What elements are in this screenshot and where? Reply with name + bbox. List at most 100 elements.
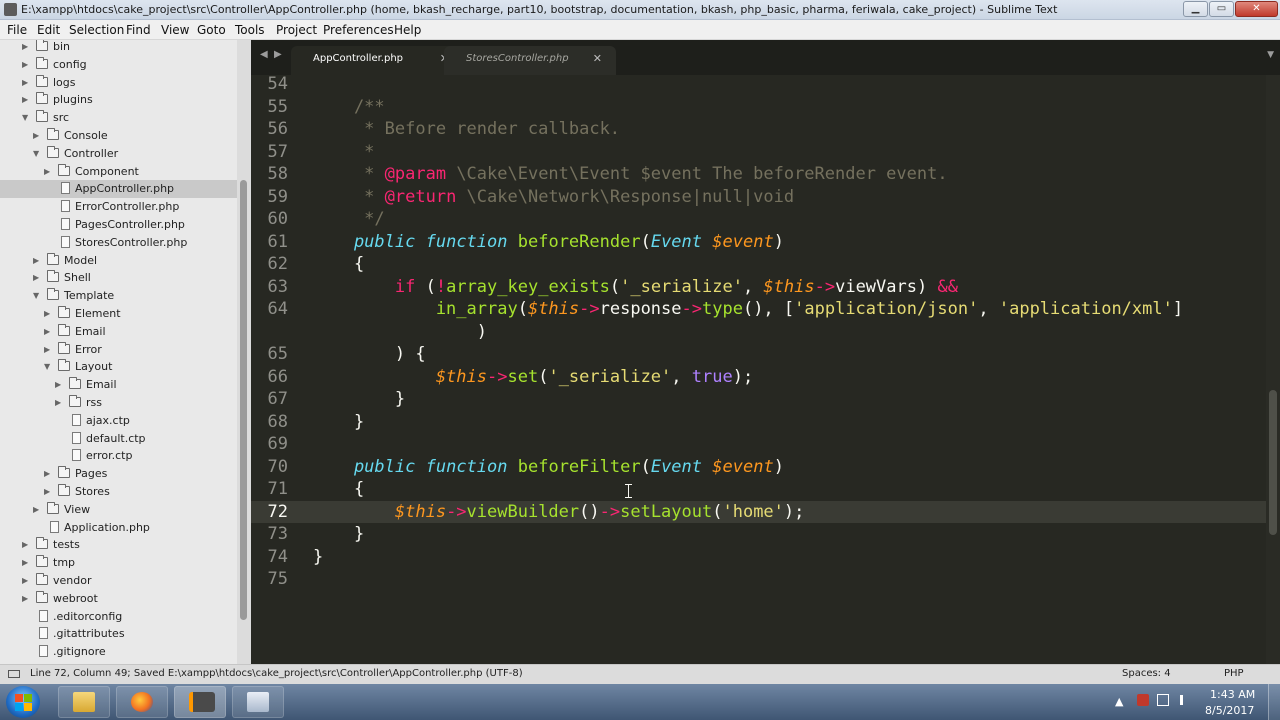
menu-help[interactable]: Help — [394, 23, 421, 37]
network-icon[interactable] — [1157, 694, 1169, 706]
sidebar-folder[interactable]: ▶ Console — [0, 127, 237, 145]
expanded-arrow-icon[interactable]: ▼ — [33, 290, 42, 301]
menu-find[interactable]: Find — [126, 23, 151, 37]
code-line[interactable]: 65 ) { — [251, 343, 1266, 365]
sidebar-folder[interactable]: ▶ logs — [0, 74, 237, 92]
code-line[interactable]: ) — [251, 321, 1266, 343]
code-line[interactable]: 67 } — [251, 388, 1266, 410]
collapsed-arrow-icon[interactable]: ▶ — [33, 504, 42, 515]
tab-appcontroller[interactable]: AppController.php ✕ — [291, 46, 463, 75]
taskbar-explorer[interactable] — [58, 686, 110, 718]
code-line[interactable]: 55 /** — [251, 96, 1266, 118]
code-line[interactable]: 58 * @param \Cake\Event\Event $event The… — [251, 163, 1266, 185]
sidebar-folder[interactable]: ▶ View — [0, 501, 237, 519]
sidebar-folder[interactable]: ▼ Controller — [0, 145, 237, 163]
collapsed-arrow-icon[interactable]: ▶ — [44, 166, 53, 177]
tab-close-icon[interactable]: ✕ — [593, 52, 602, 65]
clock-time[interactable]: 1:43 AM — [1210, 688, 1255, 701]
sidebar-folder[interactable]: ▶ Email — [0, 376, 237, 394]
tray-expand-icon[interactable]: ▲ — [1115, 695, 1123, 708]
sidebar-file[interactable]: PagesController.php — [0, 216, 237, 234]
code-line[interactable]: 63 if (!array_key_exists('_serialize', $… — [251, 276, 1266, 298]
syntax-selector[interactable]: PHP — [1224, 668, 1244, 679]
indentation-setting[interactable]: Spaces: 4 — [1122, 668, 1171, 679]
sidebar-folder[interactable]: ▶ Component — [0, 163, 237, 181]
sidebar-folder[interactable]: ▼ src — [0, 109, 237, 127]
code-line[interactable]: 60 */ — [251, 208, 1266, 230]
menu-edit[interactable]: Edit — [37, 23, 60, 37]
menu-selection[interactable]: Selection — [69, 23, 124, 37]
collapsed-arrow-icon[interactable]: ▶ — [44, 468, 53, 479]
close-window-button[interactable]: ✕ — [1235, 1, 1278, 17]
collapsed-arrow-icon[interactable]: ▶ — [22, 59, 31, 70]
collapsed-arrow-icon[interactable]: ▶ — [55, 397, 64, 408]
code-line[interactable]: 64 in_array($this->response->type(), ['a… — [251, 298, 1266, 320]
collapsed-arrow-icon[interactable]: ▶ — [55, 379, 64, 390]
sidebar-folder[interactable]: ▶ Shell — [0, 269, 237, 287]
sidebar-folder[interactable]: ▶ tests — [0, 536, 237, 554]
menu-file[interactable]: File — [7, 23, 27, 37]
sidebar-folder[interactable]: ▶ Pages — [0, 465, 237, 483]
code-line[interactable]: 62 { — [251, 253, 1266, 275]
sidebar-file[interactable]: default.ctp — [0, 430, 237, 448]
menu-tools[interactable]: Tools — [235, 23, 265, 37]
tab-nav-left-icon[interactable]: ◀ — [260, 49, 268, 60]
sidebar-folder[interactable]: ▶ Error — [0, 341, 237, 359]
clock-date[interactable]: 8/5/2017 — [1205, 704, 1254, 717]
collapsed-arrow-icon[interactable]: ▶ — [33, 255, 42, 266]
code-line[interactable]: 57 * — [251, 141, 1266, 163]
taskbar-sublime[interactable] — [174, 686, 226, 718]
code-line[interactable]: 75 — [251, 568, 1266, 590]
code-line[interactable]: 74} — [251, 546, 1266, 568]
code-line[interactable]: 73 } — [251, 523, 1266, 545]
sidebar-folder[interactable]: ▶ plugins — [0, 91, 237, 109]
code-line[interactable]: 72 $this->viewBuilder()->setLayout('home… — [251, 500, 1266, 523]
taskbar-firefox[interactable] — [116, 686, 168, 718]
expanded-arrow-icon[interactable]: ▼ — [22, 112, 31, 123]
menu-preferences[interactable]: Preferences — [323, 23, 394, 37]
sidebar-folder[interactable]: ▼ Layout — [0, 358, 237, 376]
code-editor[interactable]: 54 55 /** 56 * Before render callback. 57 *… — [251, 75, 1266, 664]
sidebar-folder[interactable]: ▶ Element — [0, 305, 237, 323]
sidebar-folder[interactable]: ▶ vendor — [0, 572, 237, 590]
menu-goto[interactable]: Goto — [197, 23, 226, 37]
sidebar-file[interactable]: StoresController.php — [0, 234, 237, 252]
code-line[interactable]: 71 { — [251, 478, 1266, 500]
collapsed-arrow-icon[interactable]: ▶ — [33, 272, 42, 283]
collapsed-arrow-icon[interactable]: ▶ — [22, 94, 31, 105]
collapsed-arrow-icon[interactable]: ▶ — [44, 344, 53, 355]
sidebar-file[interactable]: AppController.php — [0, 180, 237, 199]
sidebar-folder[interactable]: ▶ Model — [0, 252, 237, 270]
code-line[interactable]: 59 * @return \Cake\Network\Response|null… — [251, 186, 1266, 208]
sidebar-folder[interactable]: ▶ Stores — [0, 483, 237, 501]
collapsed-arrow-icon[interactable]: ▶ — [22, 41, 31, 52]
collapsed-arrow-icon[interactable]: ▶ — [44, 326, 53, 337]
menu-view[interactable]: View — [161, 23, 189, 37]
sidebar-file[interactable]: error.ctp — [0, 447, 237, 465]
collapsed-arrow-icon[interactable]: ▶ — [22, 575, 31, 586]
sidebar-file[interactable]: .gitignore — [0, 643, 237, 661]
collapsed-arrow-icon[interactable]: ▶ — [22, 593, 31, 604]
sidebar-folder[interactable]: ▶ Email — [0, 323, 237, 341]
collapsed-arrow-icon[interactable]: ▶ — [44, 486, 53, 497]
collapsed-arrow-icon[interactable]: ▶ — [22, 557, 31, 568]
sidebar-folder[interactable]: ▶ config — [0, 56, 237, 74]
sidebar-folder[interactable]: ▶ tmp — [0, 554, 237, 572]
taskbar-app[interactable] — [232, 686, 284, 718]
sidebar-file[interactable]: Application.php — [0, 519, 237, 537]
expanded-arrow-icon[interactable]: ▼ — [44, 361, 53, 372]
code-line[interactable]: 56 * Before render callback. — [251, 118, 1266, 140]
code-line[interactable]: 68 } — [251, 411, 1266, 433]
sidebar-file[interactable]: ajax.ctp — [0, 412, 237, 430]
code-line[interactable]: 61 public function beforeRender(Event $e… — [251, 231, 1266, 253]
volume-icon[interactable] — [1180, 695, 1190, 705]
code-line[interactable]: 70 public function beforeFilter(Event $e… — [251, 456, 1266, 478]
tab-list-menu-icon[interactable]: ▼ — [1267, 50, 1274, 60]
sidebar-file[interactable]: .editorconfig — [0, 608, 237, 626]
menu-project[interactable]: Project — [276, 23, 317, 37]
editor-scroll-thumb[interactable] — [1269, 390, 1277, 535]
sidebar-folder[interactable]: ▶ webroot — [0, 590, 237, 608]
sidebar-folder[interactable]: ▶ bin — [0, 40, 237, 56]
tab-nav-right-icon[interactable]: ▶ — [274, 49, 282, 60]
sidebar-folder[interactable]: ▶ rss — [0, 394, 237, 412]
